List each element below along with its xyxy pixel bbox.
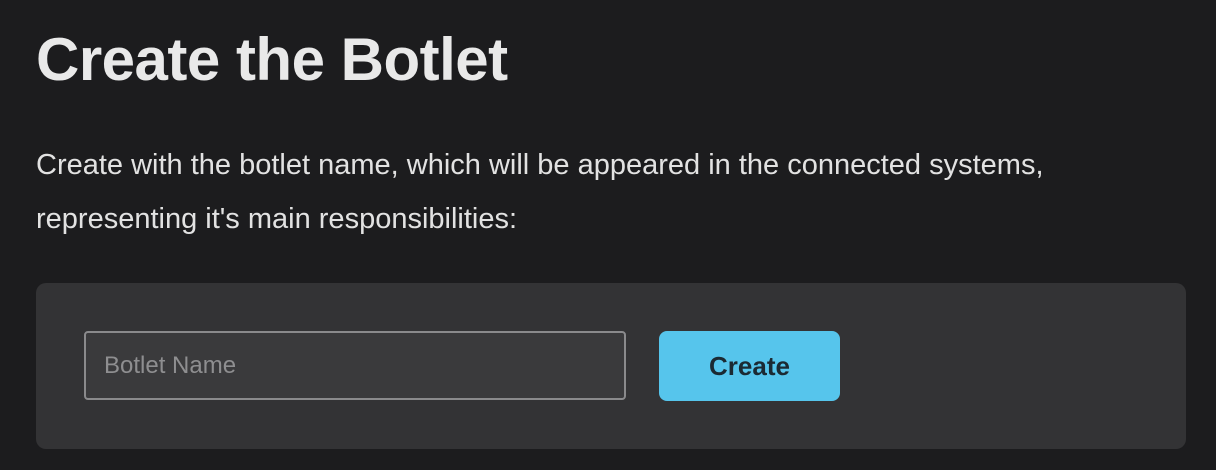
botlet-name-input[interactable] bbox=[84, 331, 626, 400]
create-botlet-page: Create the Botlet Create with the botlet… bbox=[0, 0, 1216, 470]
create-button[interactable]: Create bbox=[659, 331, 840, 401]
page-description: Create with the botlet name, which will … bbox=[36, 149, 1044, 235]
create-form-panel: Create bbox=[36, 283, 1186, 449]
page-title: Create the Botlet bbox=[36, 26, 508, 93]
